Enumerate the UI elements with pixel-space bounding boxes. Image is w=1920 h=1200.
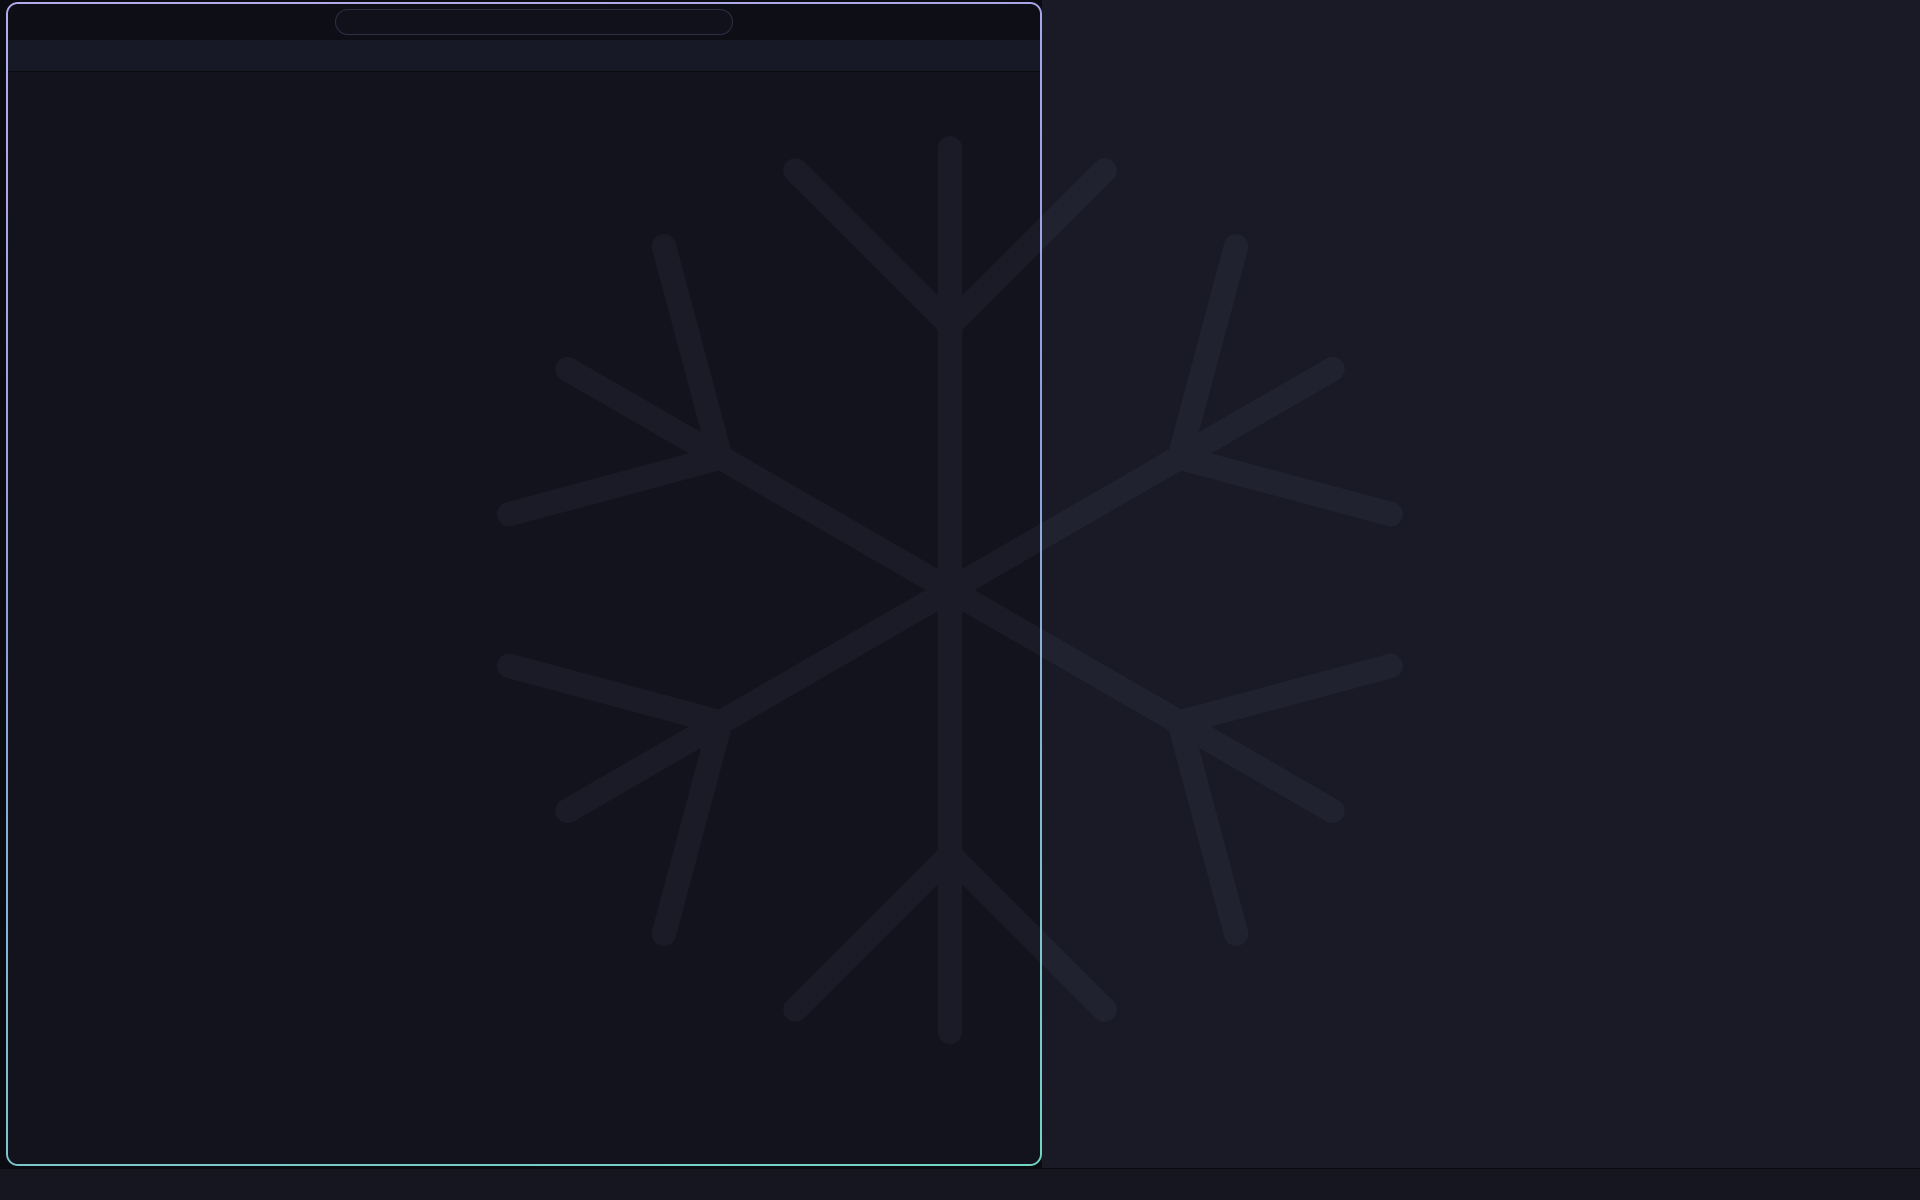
editor-titlebar [8,4,1040,40]
editor-window [6,2,1042,1166]
search-icon [523,15,537,29]
terminal-window[interactable] [1042,0,1920,1168]
clock-icon [954,1177,969,1192]
clock-module[interactable] [954,1177,977,1192]
editor-tabbar [8,40,1040,72]
waybar-statusbar [0,1168,1920,1200]
file-search-input[interactable] [335,9,733,35]
nix-launcher-icon[interactable] [13,1175,32,1194]
code-editor-area[interactable] [8,72,1040,1164]
editor-logo-icon [28,11,50,33]
nix-file-icon [24,48,39,63]
